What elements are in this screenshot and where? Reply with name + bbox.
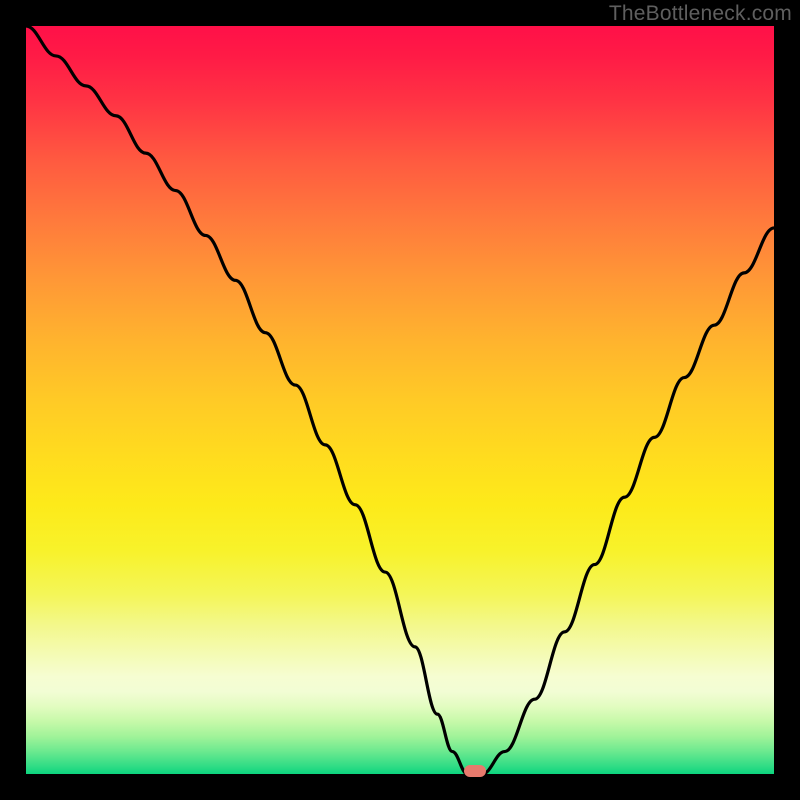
bottleneck-marker	[464, 765, 486, 777]
bottleneck-curve	[26, 26, 774, 774]
chart-frame	[26, 26, 774, 774]
attribution-label: TheBottleneck.com	[609, 2, 792, 26]
